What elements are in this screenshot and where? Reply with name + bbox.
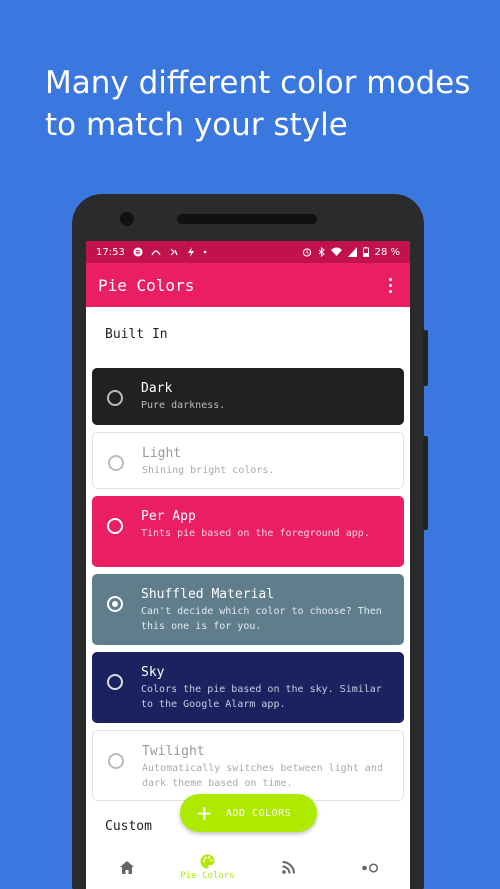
- mail-icon: [151, 250, 161, 256]
- theme-list: Dark Pure darkness. Light Shining bright…: [86, 368, 410, 801]
- toggle-dots-icon: [361, 862, 378, 873]
- battery-percent: 28 %: [374, 246, 400, 258]
- dot-icon: [203, 250, 207, 254]
- theme-description: Pure darkness.: [141, 400, 226, 411]
- phone-screen: 17:53 28 % Pie Colors Built In Dark Pure…: [86, 241, 410, 889]
- headline-line-2: to match your style: [45, 107, 348, 143]
- add-colors-label: ADD COLORS: [226, 807, 292, 819]
- notification-icon: [170, 248, 178, 256]
- power-button: [423, 330, 428, 386]
- flash-icon: [187, 247, 194, 257]
- theme-name: Dark: [141, 381, 173, 396]
- theme-card-per-app[interactable]: Per App Tints pie based on the foregroun…: [92, 496, 404, 567]
- status-time: 17:53: [96, 246, 125, 258]
- theme-card-light[interactable]: Light Shining bright colors.: [92, 432, 404, 489]
- theme-name: Per App: [141, 509, 196, 524]
- radio-button[interactable]: [107, 390, 123, 406]
- theme-description: Shining bright colors.: [142, 465, 275, 476]
- plus-icon: +: [196, 801, 213, 825]
- nav-item-label: Pie Colors: [180, 871, 235, 881]
- theme-card-shuffled-material[interactable]: Shuffled Material Can't decide which col…: [92, 574, 404, 645]
- theme-name: Twilight: [142, 744, 205, 759]
- theme-description: Can't decide which color to choose? Then…: [141, 606, 382, 632]
- bluetooth-icon: [318, 247, 325, 257]
- section-custom: Custom: [105, 819, 152, 834]
- app-bar: Pie Colors: [86, 263, 410, 307]
- nav-item-home[interactable]: [86, 846, 167, 889]
- theme-card-sky[interactable]: Sky Colors the pie based on the sky. Sim…: [92, 652, 404, 723]
- theme-description: Automatically switches between light and…: [142, 763, 383, 789]
- headline-line-1: Many different color modes: [45, 65, 471, 101]
- wifi-icon: [330, 247, 342, 256]
- radio-button[interactable]: [108, 753, 124, 769]
- bottom-navigation: Pie Colors: [86, 846, 410, 889]
- alarm-icon: [302, 248, 311, 257]
- spotify-icon: [133, 247, 143, 257]
- volume-button: [423, 436, 428, 530]
- theme-name: Shuffled Material: [141, 587, 275, 602]
- signal-icon: [347, 247, 357, 257]
- speaker: [177, 214, 317, 224]
- nav-item-settings[interactable]: [329, 846, 410, 889]
- section-built-in: Built In: [105, 327, 168, 342]
- nav-item-feed[interactable]: [248, 846, 329, 889]
- theme-card-twilight[interactable]: Twilight Automatically switches between …: [92, 730, 404, 801]
- radio-button[interactable]: [107, 518, 123, 534]
- camera: [120, 212, 134, 226]
- add-colors-button[interactable]: + ADD COLORS: [180, 794, 317, 832]
- theme-name: Sky: [141, 665, 165, 680]
- headline: Many different color modes to match your…: [45, 62, 475, 146]
- theme-card-dark[interactable]: Dark Pure darkness.: [92, 368, 404, 425]
- home-icon: [119, 861, 134, 874]
- radio-button[interactable]: [108, 455, 124, 471]
- battery-icon: [362, 247, 369, 257]
- radio-button-selected[interactable]: [107, 596, 123, 612]
- theme-description: Colors the pie based on the sky. Similar…: [141, 684, 382, 710]
- theme-name: Light: [142, 446, 182, 461]
- app-title: Pie Colors: [98, 275, 195, 295]
- more-vert-icon[interactable]: [382, 275, 398, 295]
- radio-button[interactable]: [107, 674, 123, 690]
- theme-description: Tints pie based on the foreground app.: [141, 528, 370, 539]
- nav-item-pie-colors[interactable]: Pie Colors: [167, 846, 248, 889]
- status-bar: 17:53 28 %: [86, 241, 410, 263]
- rss-feed-icon: [282, 861, 295, 874]
- palette-icon: [200, 854, 215, 869]
